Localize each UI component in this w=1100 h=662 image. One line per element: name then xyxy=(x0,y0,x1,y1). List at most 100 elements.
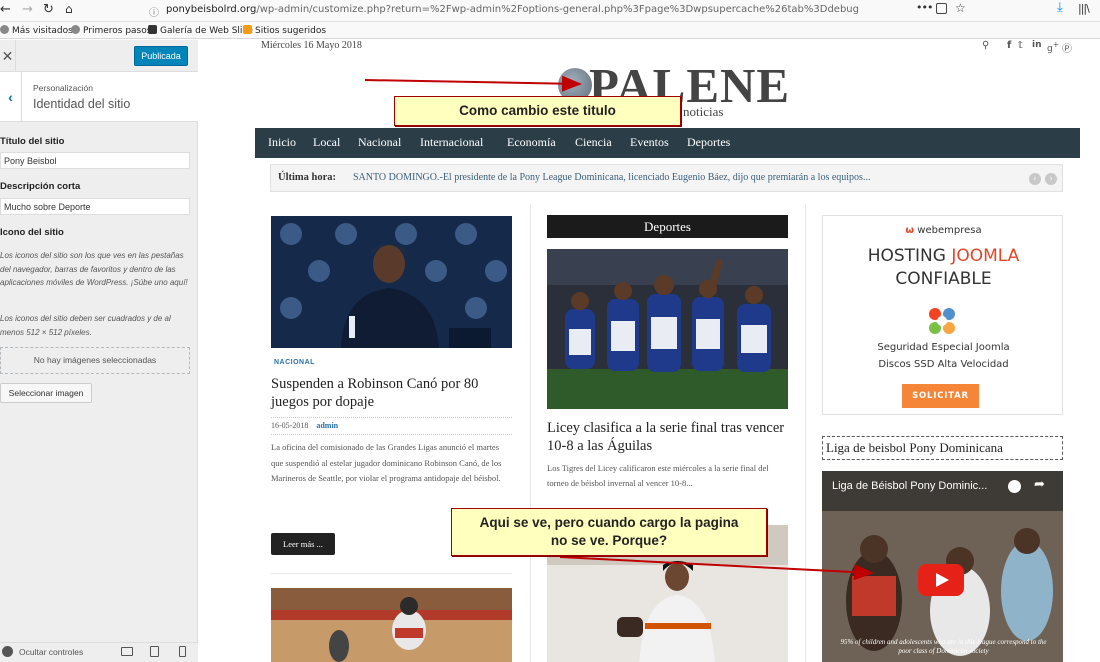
watch-later-icon[interactable] xyxy=(1008,480,1021,493)
video-title[interactable]: Liga de Béisbol Pony Dominic... xyxy=(832,480,987,492)
page-actions-menu-icon[interactable]: ••• xyxy=(916,1,933,14)
site-title-input[interactable]: Pony Beisbol xyxy=(0,152,190,169)
nav-item-economia[interactable]: Economía xyxy=(507,135,556,150)
category-tag[interactable]: NACIONAL xyxy=(274,359,315,366)
library-icon[interactable]: |||\ xyxy=(1078,2,1090,15)
deportes-heading: Deportes xyxy=(547,215,788,238)
linkedin-icon[interactable]: in xyxy=(1032,40,1042,50)
back-arrow-icon[interactable]: ← xyxy=(0,2,11,17)
callout-line-1: Aqui se ve, pero cuando cargo la pagina xyxy=(479,515,739,530)
read-more-button[interactable]: Leer más ... xyxy=(271,533,335,555)
collapse-icon[interactable] xyxy=(2,646,13,657)
youtube-embed[interactable]: Liga de Béisbol Pony Dominic... ➦ 95% of… xyxy=(822,471,1063,662)
breaking-news-ticker: Última hora: SANTO DOMINGO.-El president… xyxy=(270,164,1063,192)
widget-title: Liga de beisbol Pony Dominicana xyxy=(822,436,1063,460)
customizer-footer: Ocultar controles xyxy=(0,642,198,662)
select-image-button[interactable]: Seleccionar imagen xyxy=(0,383,92,403)
site-icon-label: Icono del sitio xyxy=(0,227,64,238)
licey-photo xyxy=(547,249,788,409)
site-icon-description: Los iconos del sitio son los que ves en … xyxy=(0,251,188,287)
pocket-icon[interactable] xyxy=(936,3,947,14)
post-image-infield[interactable] xyxy=(271,588,512,662)
ad-headline-2: CONFIABLE xyxy=(895,269,992,289)
column-divider xyxy=(530,204,531,662)
post-author[interactable]: admin xyxy=(316,421,338,430)
nav-item-inicio[interactable]: Inicio xyxy=(268,135,296,150)
ticker-headline[interactable]: SANTO DOMINGO.-El presidente de la Pony … xyxy=(353,172,870,183)
forward-arrow-icon[interactable]: → xyxy=(22,2,33,17)
bookmarks-toolbar: Más visitados Primeros pasos Galería de … xyxy=(0,22,1100,39)
close-icon[interactable]: ✕ xyxy=(0,40,16,72)
tagline-input[interactable]: Mucho sobre Deporte xyxy=(0,198,190,215)
ticker-next-icon[interactable]: › xyxy=(1045,173,1057,185)
nav-item-eventos[interactable]: Eventos xyxy=(630,135,669,150)
reload-icon[interactable]: ↻ xyxy=(43,2,54,17)
bookmark-web-slice[interactable]: Galería de Web Slice xyxy=(148,25,253,36)
home-icon[interactable]: ⌂ xyxy=(65,2,73,16)
nav-item-deportes[interactable]: Deportes xyxy=(687,135,730,150)
site-title-label: Título del sitio xyxy=(0,136,65,147)
facebook-icon[interactable]: f xyxy=(1007,40,1011,51)
url-path: /wp-admin/customize.php?return=%2Fwp-adm… xyxy=(256,4,859,15)
post-image-cano[interactable] xyxy=(271,216,512,348)
cano-photo xyxy=(271,216,512,348)
play-button-icon[interactable] xyxy=(918,564,964,596)
share-icon[interactable]: ➦ xyxy=(1034,477,1045,492)
mobile-preview-icon[interactable] xyxy=(179,646,186,657)
gear-icon xyxy=(0,25,9,34)
search-icon[interactable]: ⚲ xyxy=(982,40,989,51)
back-chevron-icon[interactable]: ‹ xyxy=(0,72,22,122)
hide-controls-button[interactable]: Ocultar controles xyxy=(19,647,83,657)
main-navigation: Inicio Local Nacional Internacional Econ… xyxy=(255,128,1080,158)
ad-feature-security: Seguridad Especial Joomla xyxy=(877,342,1010,353)
post-headline[interactable]: Suspenden a Robinson Canó por 80 juegos … xyxy=(271,375,512,411)
post-image-licey[interactable] xyxy=(547,249,788,409)
section-header: ‹ Personalización Identidad del sitio xyxy=(0,72,198,122)
post-headline[interactable]: Licey clasifica a la serie final tras ve… xyxy=(547,419,788,455)
twitter-icon[interactable]: 𝕥 xyxy=(1018,40,1023,51)
tagline-label: Descripción corta xyxy=(0,181,81,192)
nav-item-local[interactable]: Local xyxy=(313,135,340,150)
nav-item-ciencia[interactable]: Ciencia xyxy=(575,135,612,150)
bookmark-getting-started[interactable]: Primeros pasos xyxy=(71,25,151,36)
address-bar[interactable]: ponybeisbolrd.org/wp-admin/customize.php… xyxy=(166,4,859,15)
breadcrumb: Personalización xyxy=(33,83,94,93)
nav-item-nacional[interactable]: Nacional xyxy=(358,135,401,150)
tablet-preview-icon[interactable] xyxy=(150,646,159,657)
annotation-callout-video: Aqui se ve, pero cuando cargo la pagina … xyxy=(451,508,767,556)
site-icon-size-note: Los iconos del sitio deben ser cuadrados… xyxy=(0,314,171,337)
bookmark-star-icon[interactable]: ☆ xyxy=(955,1,966,15)
web-slice-icon xyxy=(148,25,157,34)
callout-line-2: no se ve. Porque? xyxy=(550,533,668,548)
ticker-prev-icon[interactable]: ‹ xyxy=(1029,173,1041,185)
ad-brand: ω webempresa xyxy=(905,225,982,236)
joomla-logo-icon xyxy=(929,308,955,334)
divider xyxy=(271,434,512,435)
browser-toolbar: ← → ↻ ⌂ ⓘ ponybeisbolrd.org/wp-admin/cus… xyxy=(0,0,1100,22)
firefox-icon xyxy=(71,25,80,34)
webempresa-ad[interactable]: ω webempresa HOSTING JOOMLA CONFIABLE Se… xyxy=(822,215,1063,415)
ad-headline-1: HOSTING JOOMLA xyxy=(867,246,1020,266)
desktop-preview-icon[interactable] xyxy=(121,647,133,656)
bookmark-suggested-sites[interactable]: Sitios sugeridos xyxy=(243,25,326,36)
url-host: ponybeisbolrd.org xyxy=(166,4,257,15)
site-logo-subtitle: noticias xyxy=(683,104,724,119)
post-excerpt: Los Tigres del Licey calificaron este mi… xyxy=(547,463,769,488)
ad-cta-button[interactable]: SOLICITAR xyxy=(902,384,979,408)
info-icon[interactable]: ⓘ xyxy=(149,4,159,19)
customizer-sidebar: ✕ Publicada ‹ Personalización Identidad … xyxy=(0,40,198,662)
post-excerpt: La oficina del comisionado de las Grande… xyxy=(271,442,502,483)
pinterest-icon[interactable]: Ⓟ xyxy=(1062,40,1072,55)
bookmark-most-visited[interactable]: Más visitados xyxy=(0,25,73,36)
google-plus-icon[interactable]: g+ xyxy=(1047,40,1059,54)
header-date: Miércoles 16 Mayo 2018 xyxy=(261,40,362,51)
publish-button[interactable]: Publicada xyxy=(134,46,188,66)
ticker-label: Última hora: xyxy=(278,172,337,183)
download-icon[interactable]: ⤓ xyxy=(1057,0,1063,15)
section-title: Identidad del sitio xyxy=(33,97,131,111)
nav-item-internacional[interactable]: Internacional xyxy=(420,135,483,150)
column-divider xyxy=(805,204,806,662)
annotation-callout-title: Como cambio este titulo xyxy=(394,96,681,126)
customizer-header: ✕ Publicada xyxy=(0,40,198,72)
post-date: 16-05-2018 xyxy=(271,421,309,430)
